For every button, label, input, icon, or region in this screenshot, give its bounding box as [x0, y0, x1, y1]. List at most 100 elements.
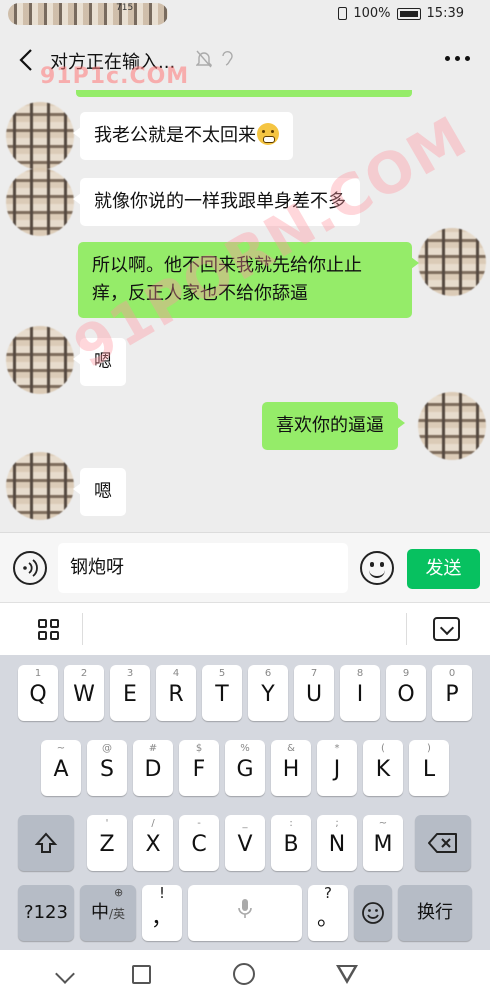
key-secondary-label: 7: [310, 668, 318, 679]
key-label: Q: [29, 682, 47, 707]
key-l[interactable]: ) L: [409, 740, 449, 796]
message-list[interactable]: 我老公就是不太回来 就像你说的一样我跟单身差不多 所以啊。他不回来我就先给你止止…: [0, 90, 490, 532]
key-secondary-label: $: [195, 743, 203, 754]
key-z[interactable]: ' Z: [87, 815, 127, 871]
message-bubble-incoming[interactable]: 嗯: [73, 468, 126, 516]
message-bubble-outgoing[interactable]: 喜欢你的逼逼: [262, 402, 405, 450]
hide-keyboard-icon[interactable]: [433, 617, 460, 641]
backspace-key[interactable]: [415, 815, 471, 871]
key-n[interactable]: ; N: [317, 815, 357, 871]
key-s[interactable]: @ S: [87, 740, 127, 796]
key-d[interactable]: # D: [133, 740, 173, 796]
vibrate-icon: [338, 7, 348, 20]
period-key[interactable]: ? 。: [308, 885, 348, 941]
smiley-icon: [362, 902, 384, 924]
back-button[interactable]: [14, 46, 38, 74]
key-h[interactable]: & H: [271, 740, 311, 796]
keyboard-menu-grid-icon[interactable]: [38, 619, 60, 641]
my-avatar[interactable]: [418, 228, 486, 296]
message-input[interactable]: 钢炮呀: [58, 543, 348, 593]
voice-wave-icon: [23, 559, 38, 577]
nav-square-icon[interactable]: [132, 965, 151, 984]
key-c[interactable]: -C: [179, 815, 219, 871]
emoji-key[interactable]: [354, 885, 392, 941]
contact-avatar[interactable]: [6, 326, 74, 394]
key-label: H: [282, 757, 300, 782]
key-k[interactable]: (K: [363, 740, 403, 796]
key-label: D: [144, 757, 162, 782]
key-i[interactable]: 8I: [340, 665, 380, 721]
message-bubble-incoming[interactable]: 我老公就是不太回来: [73, 112, 293, 160]
key-j[interactable]: * J: [317, 740, 357, 796]
key-p[interactable]: 0P: [432, 665, 472, 721]
emoji-picker-icon[interactable]: [360, 551, 394, 585]
key-x[interactable]: / X: [133, 815, 173, 871]
key-g[interactable]: % G: [225, 740, 265, 796]
key-o[interactable]: 9O: [386, 665, 426, 721]
key-label: K: [375, 757, 391, 782]
send-button[interactable]: 发送: [407, 549, 480, 589]
keyboard-toolbar: [0, 602, 490, 655]
key-secondary-label: 5: [218, 668, 226, 679]
key-q[interactable]: 1Q: [18, 665, 58, 721]
key-e[interactable]: 3E: [110, 665, 150, 721]
previous-message-fragment: [76, 90, 412, 97]
key-label: W: [73, 682, 95, 707]
voice-input-button[interactable]: [13, 551, 47, 585]
key-secondary-label: -: [197, 818, 201, 829]
dot-icon: [445, 56, 450, 61]
status-fragment: 715: [116, 3, 134, 13]
nav-back-chevron-icon[interactable]: [55, 964, 75, 984]
key-f[interactable]: $ F: [179, 740, 219, 796]
key-label: I: [356, 682, 364, 707]
contact-avatar[interactable]: [6, 102, 74, 170]
key-secondary-label: ~: [56, 743, 66, 754]
lang-sub-label: /英: [108, 907, 126, 921]
comma-key[interactable]: ! ，: [142, 885, 182, 941]
battery-icon: [396, 7, 421, 20]
key-secondary-label: 9: [402, 668, 410, 679]
key-b[interactable]: :B: [271, 815, 311, 871]
key-t[interactable]: 5T: [202, 665, 242, 721]
key-secondary-label: ): [427, 743, 431, 754]
key-label: V: [237, 832, 253, 857]
system-nav-bar: [0, 950, 490, 1000]
key-label: T: [215, 682, 229, 707]
message-text: 嗯: [94, 481, 112, 502]
key-label: S: [100, 757, 114, 782]
status-bar: 715 100% 15:39: [0, 0, 490, 30]
blurred-status-notification: [8, 3, 168, 25]
space-key[interactable]: [188, 885, 302, 941]
message-text: 我老公就是不太回来: [94, 125, 256, 146]
key-label: J: [333, 757, 341, 782]
key-label: L: [422, 757, 436, 782]
backspace-icon: [428, 833, 457, 853]
key-v[interactable]: _ V: [225, 815, 265, 871]
language-switch-key[interactable]: ⊕ 中/英: [80, 885, 136, 941]
divider: [82, 613, 83, 645]
contact-avatar[interactable]: [6, 452, 74, 520]
key-secondary-label: /: [151, 818, 155, 829]
key-u[interactable]: 7U: [294, 665, 334, 721]
key-r[interactable]: 4R: [156, 665, 196, 721]
my-avatar[interactable]: [418, 392, 486, 460]
enter-key[interactable]: 换行: [398, 885, 472, 941]
key-label: X: [145, 832, 161, 857]
key-label: O: [397, 682, 415, 707]
symbols-key[interactable]: ?123: [18, 885, 74, 941]
contact-avatar[interactable]: [6, 168, 74, 236]
key-label: P: [445, 682, 459, 707]
nav-home-circle-icon[interactable]: [233, 963, 255, 985]
clock: 15:39: [426, 6, 464, 21]
key-a[interactable]: ~ A: [41, 740, 81, 796]
shift-key[interactable]: [18, 815, 74, 871]
key-y[interactable]: 6Y: [248, 665, 288, 721]
key-secondary-label: %: [240, 743, 250, 754]
lang-main-label: 中: [90, 902, 109, 923]
nav-triangle-icon[interactable]: [336, 965, 358, 984]
more-options-button[interactable]: [445, 56, 470, 61]
key-w[interactable]: 2W: [64, 665, 104, 721]
shift-arrow-icon: [34, 832, 58, 853]
chat-header: 对方正在输入... 91P1c.COM: [0, 30, 490, 90]
key-m[interactable]: ~ M: [363, 815, 403, 871]
